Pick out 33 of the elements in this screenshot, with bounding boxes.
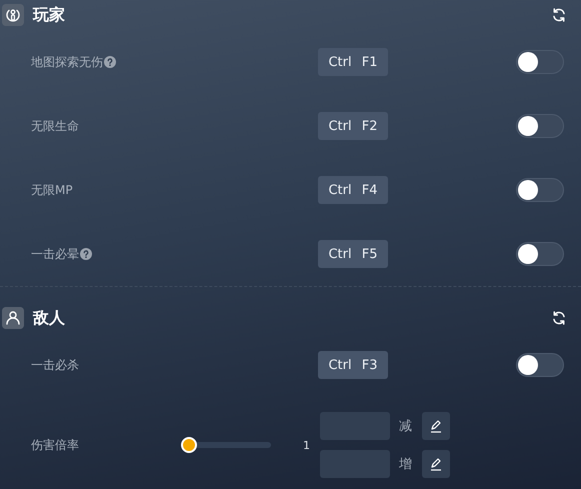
edit-button[interactable]: [422, 450, 450, 478]
slider[interactable]: [181, 437, 271, 453]
shortcut-key[interactable]: Ctrl F5: [318, 240, 388, 268]
toggle-switch[interactable]: [516, 242, 564, 266]
pencil-icon: [429, 419, 443, 433]
shortcut-key[interactable]: Ctrl F3: [318, 351, 388, 379]
section-title: 玩家: [33, 4, 66, 26]
option-label: 无限生命: [31, 118, 79, 134]
slider-thumb[interactable]: [181, 437, 197, 453]
option-label: 无限MP: [31, 182, 73, 198]
hotkey-label: 减: [399, 418, 412, 435]
toggle-switch[interactable]: [516, 178, 564, 202]
section-title: 敌人: [33, 308, 66, 328]
shortcut-key[interactable]: Ctrl F1: [318, 48, 388, 76]
option-label: 一击必晕: [31, 246, 79, 262]
toggle-switch[interactable]: [516, 50, 564, 74]
refresh-icon[interactable]: [551, 310, 567, 326]
shortcut-key[interactable]: Ctrl F2: [318, 112, 388, 140]
hotkey-label: 增: [399, 456, 412, 473]
refresh-icon[interactable]: [551, 7, 567, 23]
hotkey-field[interactable]: [320, 450, 390, 478]
toggle-switch[interactable]: [516, 114, 564, 138]
option-label: 一击必杀: [31, 356, 79, 374]
edit-button[interactable]: [422, 412, 450, 440]
person-icon: [2, 307, 24, 329]
shortcut-key[interactable]: Ctrl F4: [318, 176, 388, 204]
help-icon[interactable]: [80, 248, 92, 260]
option-label: 地图探索无伤: [31, 54, 103, 70]
help-icon[interactable]: [104, 56, 116, 68]
option-label: 伤害倍率: [31, 436, 80, 454]
pencil-icon: [429, 457, 443, 471]
slider-value: 1: [302, 438, 310, 452]
toggle-switch[interactable]: [516, 353, 564, 377]
